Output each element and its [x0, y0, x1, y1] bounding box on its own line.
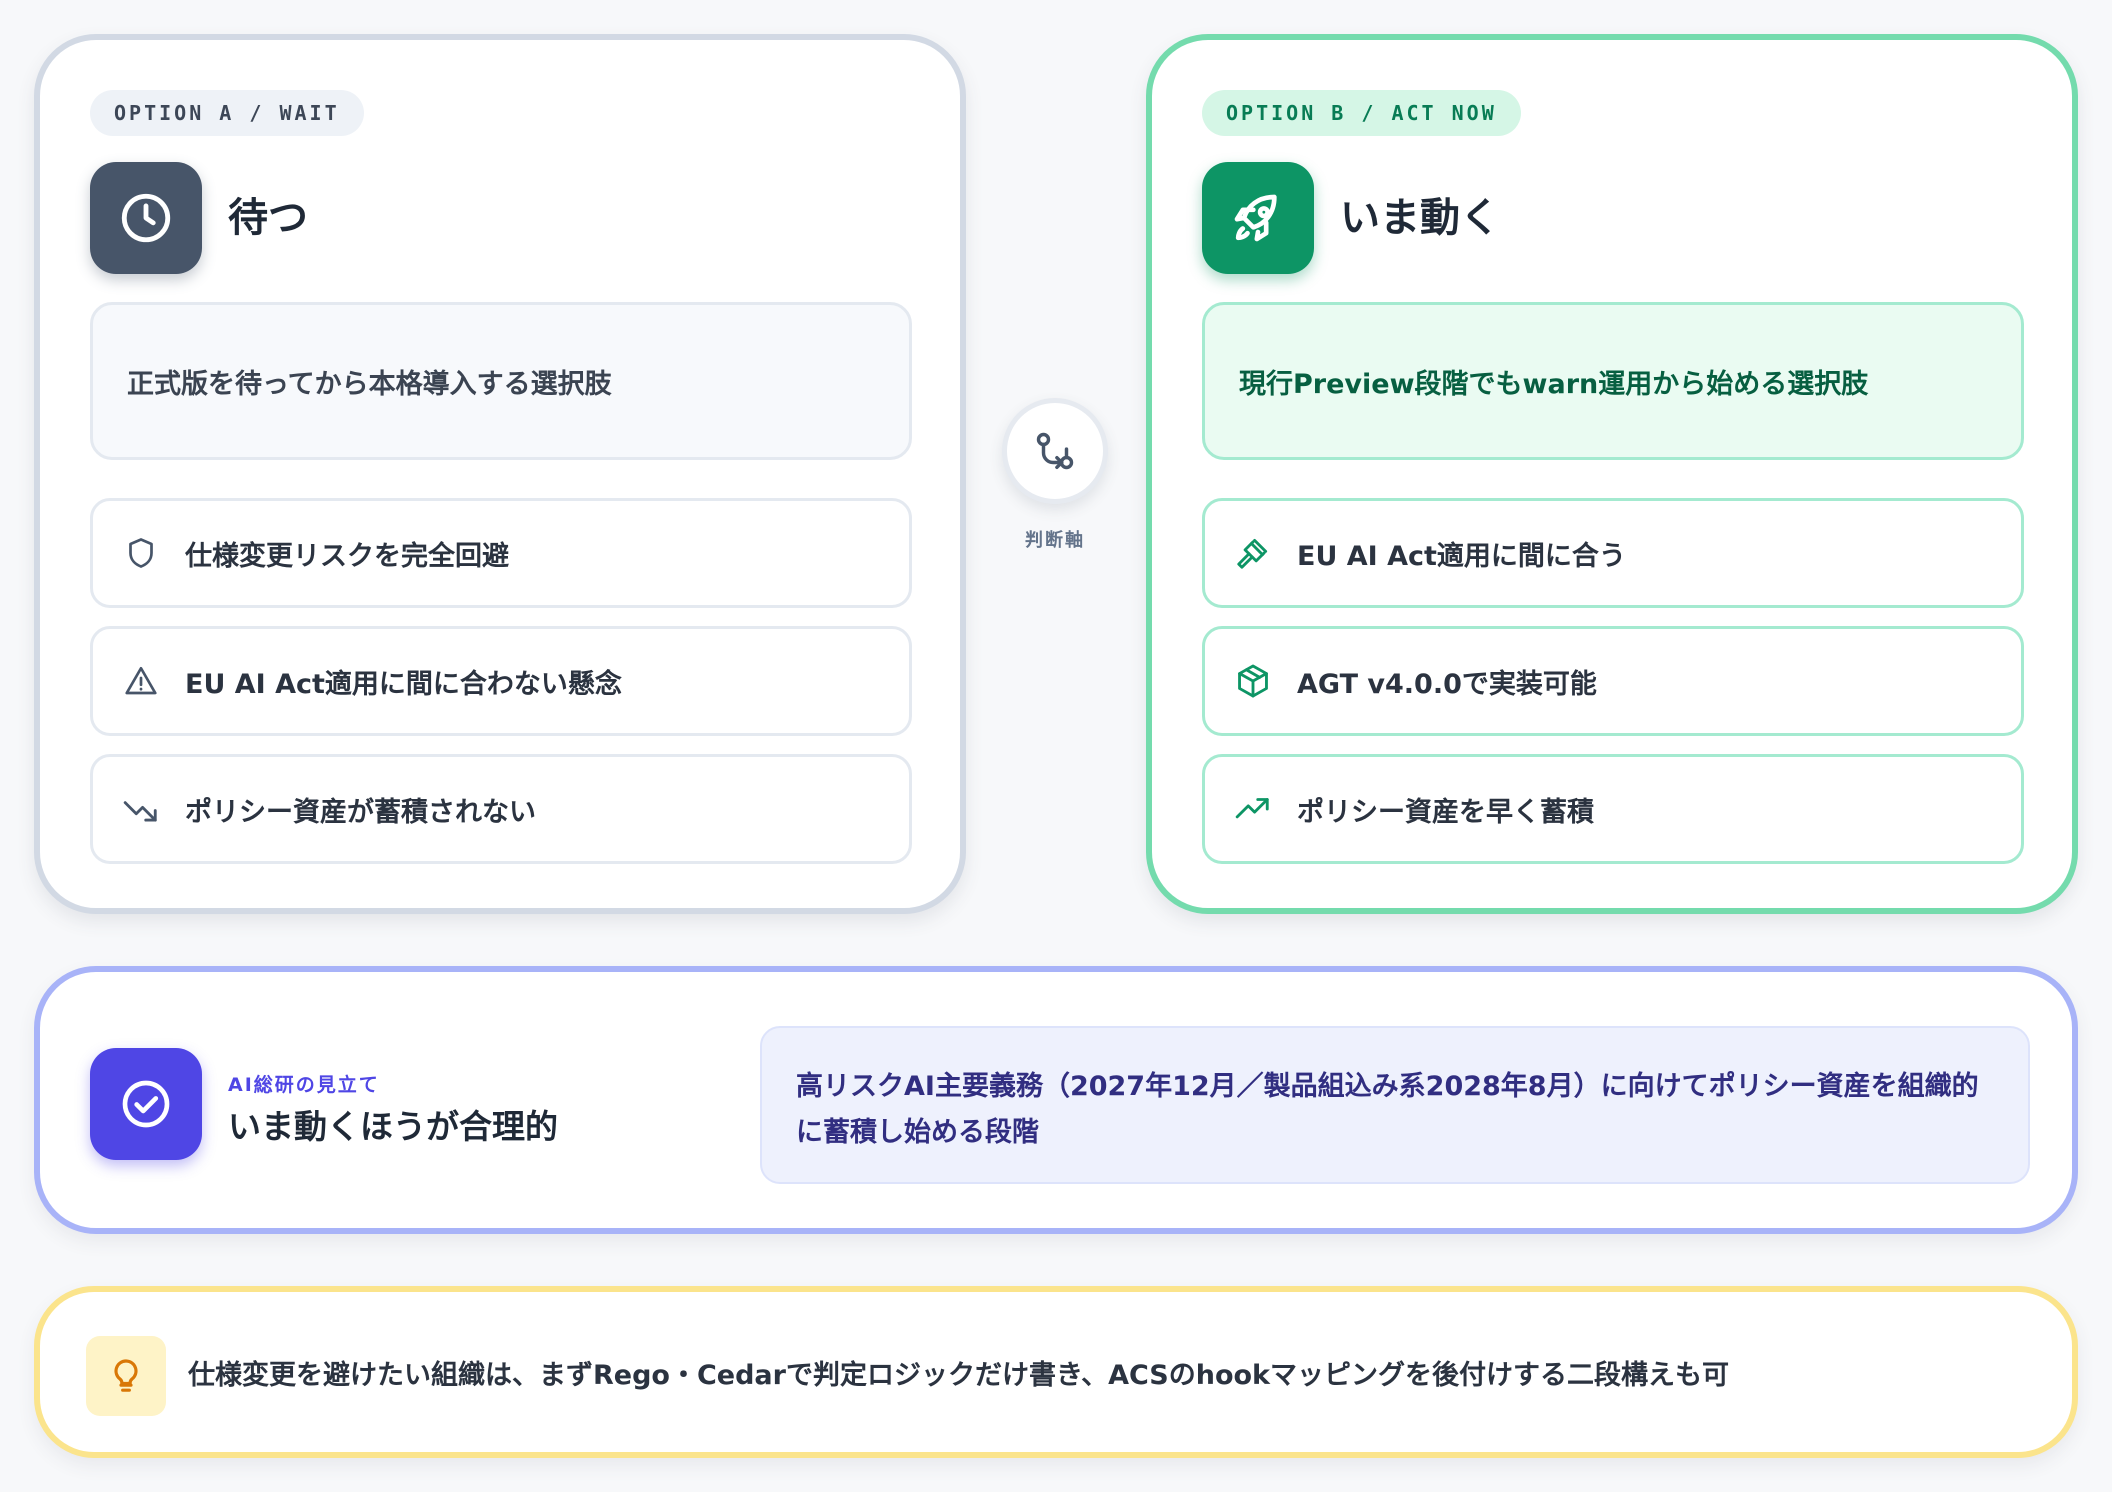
option-b-description: 現行Preview段階でもwarn運用から始める選択肢	[1202, 302, 2024, 460]
option-a-badge: OPTION A / WAIT	[90, 90, 364, 136]
option-a-point: 仕様変更リスクを完全回避	[90, 498, 912, 608]
package-icon	[1231, 659, 1275, 703]
point-text: EU AI Act適用に間に合わない懸念	[185, 668, 622, 700]
shield-icon	[119, 531, 163, 575]
verdict-card: AI総研の見立て いま動くほうが合理的 高リスクAI主要義務（2027年12月／…	[34, 966, 2078, 1234]
point-text: ポリシー資産を早く蓄積	[1297, 796, 1594, 828]
option-a-description: 正式版を待ってから本格導入する選択肢	[90, 302, 912, 460]
lightbulb-icon	[86, 1336, 166, 1416]
verdict-detail: 高リスクAI主要義務（2027年12月／製品組込み系2028年8月）に向けてポリ…	[760, 1026, 2030, 1184]
option-a-point: EU AI Act適用に間に合わない懸念	[90, 626, 912, 736]
verdict-detail-line: 高リスクAI主要義務（2027年12月／製品組込み系2028年8月）に向けてポリ…	[796, 1071, 1979, 1102]
option-b-card: OPTION B / ACT NOW いま動く 現行Preview段階でもwar…	[1146, 34, 2078, 914]
point-text: 仕様変更リスクを完全回避	[185, 540, 509, 572]
tip-text: 仕様変更を避けたい組織は、まずRego・Cedarで判定ロジックだけ書き、ACS…	[188, 1359, 1730, 1391]
verdict-kicker: AI総研の見立て	[228, 1074, 380, 1096]
point-text: AGT v4.0.0で実装可能	[1297, 668, 1597, 700]
tip-card: 仕様変更を避けたい組織は、まずRego・Cedarで判定ロジックだけ書き、ACS…	[34, 1286, 2078, 1458]
option-b-point: AGT v4.0.0で実装可能	[1202, 626, 2024, 736]
option-a-point: ポリシー資産が蓄積されない	[90, 754, 912, 864]
verdict-title: いま動くほうが合理的	[228, 1107, 558, 1146]
option-b-point: ポリシー資産を早く蓄積	[1202, 754, 2024, 864]
option-a-card: OPTION A / WAIT 待つ 正式版を待ってから本格導入する選択肢 仕様…	[34, 34, 966, 914]
option-a-title: 待つ	[228, 195, 308, 241]
warning-icon	[119, 659, 163, 703]
clock-icon	[90, 162, 202, 274]
axis-label: 判断軸	[1025, 530, 1085, 551]
point-text: EU AI Act適用に間に合う	[1297, 540, 1626, 572]
rocket-icon	[1202, 162, 1314, 274]
trending-up-icon	[1231, 787, 1275, 831]
check-circle-icon	[90, 1048, 202, 1160]
option-b-badge: OPTION B / ACT NOW	[1202, 90, 1521, 136]
verdict-detail-line: に蓄積し始める段階	[796, 1117, 1039, 1148]
gavel-icon	[1231, 531, 1275, 575]
trending-down-icon	[119, 787, 163, 831]
option-b-point: EU AI Act適用に間に合う	[1202, 498, 2024, 608]
compare-icon	[1002, 398, 1108, 504]
option-b-title: いま動く	[1340, 195, 1500, 241]
point-text: ポリシー資産が蓄積されない	[185, 796, 536, 828]
